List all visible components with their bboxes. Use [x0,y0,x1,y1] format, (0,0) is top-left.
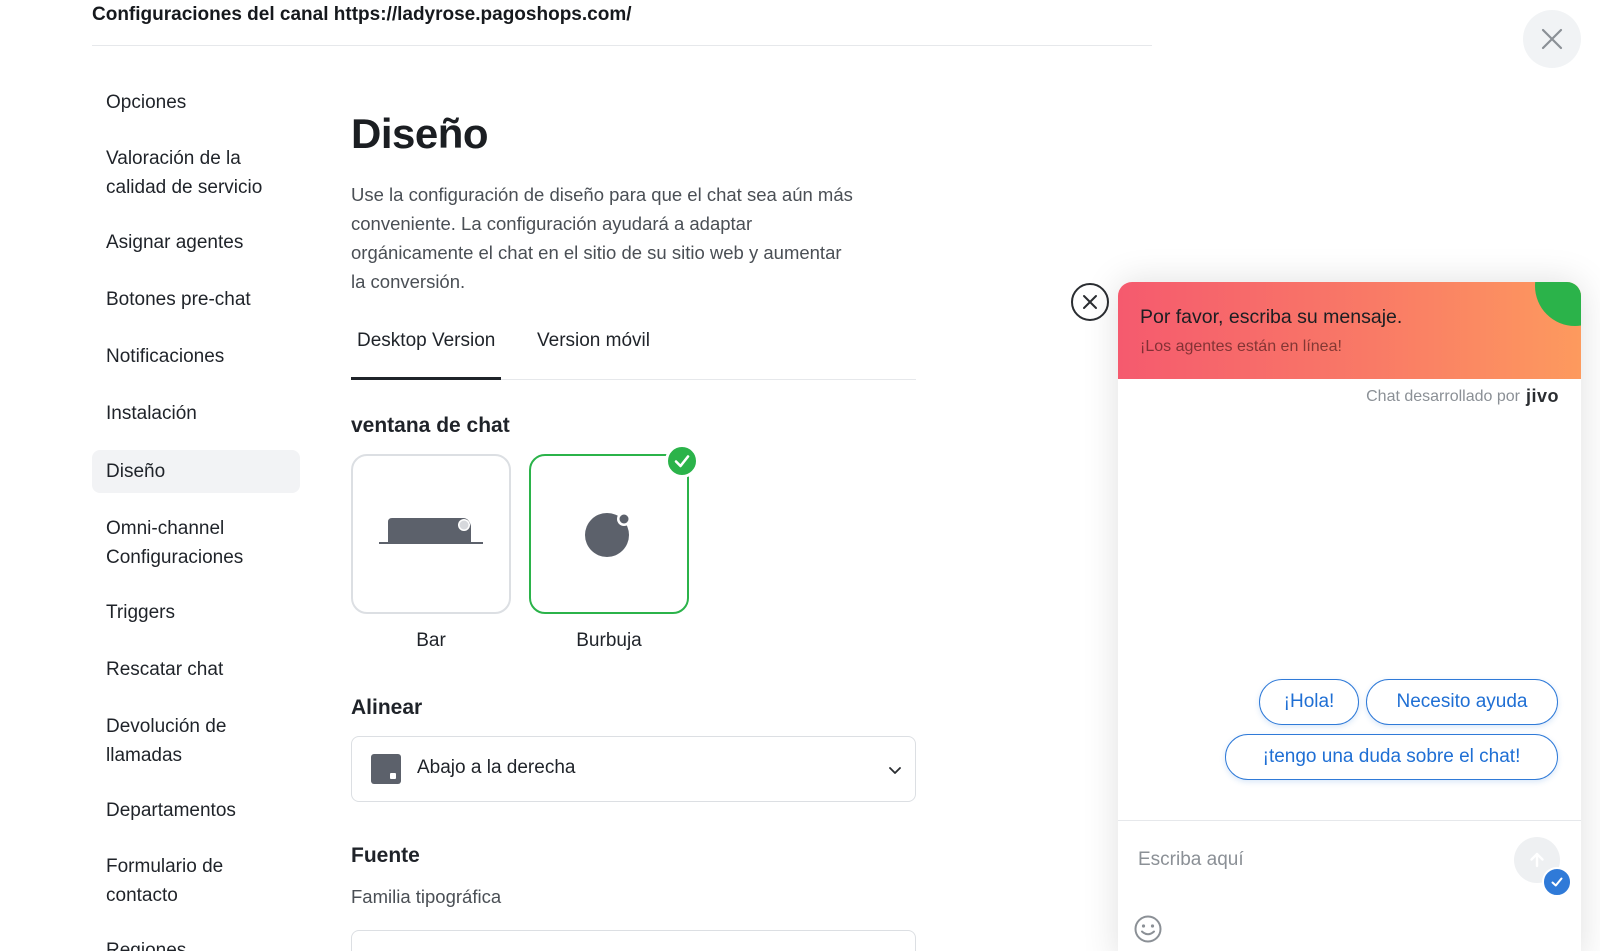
chat-widget-preview: Por favor, escriba su mensaje. ¡Los agen… [1118,282,1581,951]
section-description: Use la configuración de diseño para que … [351,184,853,292]
widget-close-button[interactable] [1071,283,1109,321]
align-title: Alinear [351,696,423,719]
close-icon [1541,28,1563,50]
chat-style-bubble-option[interactable] [529,444,699,614]
bubble-style-icon [585,512,631,557]
widget-header: Por favor, escriba su mensaje. ¡Los agen… [1118,282,1581,379]
tab-desktop-version[interactable]: Desktop Version [351,330,502,380]
sidebar-item-rescatar-chat[interactable]: Rescatar chat [92,655,300,684]
message-input-area [1118,820,1581,951]
align-select[interactable]: Abajo a la derecha [351,736,916,802]
bubble-option-label: Burbuja [576,630,642,651]
version-tabs: Desktop Version Version móvil [351,320,916,380]
close-settings-button[interactable] [1523,10,1581,68]
sidebar-item-departamentos[interactable]: Departamentos [92,796,300,825]
page-header: Configuraciones del canal https://ladyro… [92,0,1152,46]
chat-style-bar-option[interactable] [351,454,511,614]
page-title: Configuraciones del canal https://ladyro… [92,4,632,25]
sidebar-item-formulario-contacto[interactable]: Formulario de contacto [92,852,262,910]
widget-header-title: Por favor, escriba su mensaje. [1140,306,1403,328]
sidebar-item-diseno[interactable]: Diseño [92,450,300,493]
font-family-label: Familia tipográfica [351,886,502,907]
quick-reply-hola[interactable]: ¡Hola! [1259,679,1359,725]
font-title: Fuente [351,844,420,867]
sidebar-item-triggers[interactable]: Triggers [92,598,300,627]
align-bottom-right-icon [371,754,401,784]
sidebar-item-regiones[interactable]: Regiones [92,936,300,951]
jivo-logo: jivo [1525,386,1559,406]
selected-check-icon [665,444,699,478]
sidebar-item-asignar-agentes[interactable]: Asignar agentes [92,228,300,257]
blue-check-icon [1542,867,1572,897]
sidebar-item-omni-channel[interactable]: Omni-channel Configuraciones [92,514,282,572]
chat-window-title: ventana de chat [351,414,510,437]
sidebar-item-opciones[interactable]: Opciones [92,88,300,117]
widget-header-subtitle: ¡Los agentes están en línea! [1140,338,1342,355]
quick-reply-duda-chat[interactable]: ¡tengo una duda sobre el chat! [1225,734,1558,780]
sidebar-item-valoracion[interactable]: Valoración de la calidad de servicio [92,144,292,202]
sidebar-item-notificaciones[interactable]: Notificaciones [92,342,300,371]
bar-option-label: Bar [416,630,446,651]
sidebar-item-botones-pre-chat[interactable]: Botones pre-chat [92,285,300,314]
tab-version-movil[interactable]: Version móvil [531,330,656,380]
chevron-down-icon [889,767,901,774]
powered-by-text: Chat desarrollado por [1366,387,1520,405]
font-family-select[interactable] [351,930,916,951]
online-indicator [1535,282,1581,326]
align-select-value: Abajo a la derecha [417,757,576,778]
powered-by: Chat desarrollado por jivo [1366,386,1559,407]
emoji-icon[interactable] [1132,913,1164,945]
sidebar-item-instalacion[interactable]: Instalación [92,399,300,428]
bar-style-icon [379,518,483,544]
section-heading: Diseño [351,110,489,157]
arrow-up-icon [1530,852,1544,868]
quick-reply-necesito-ayuda[interactable]: Necesito ayuda [1366,679,1558,725]
close-icon [1083,295,1097,309]
sidebar-item-devolucion-llamadas[interactable]: Devolución de llamadas [92,712,262,770]
message-input[interactable] [1138,843,1488,877]
